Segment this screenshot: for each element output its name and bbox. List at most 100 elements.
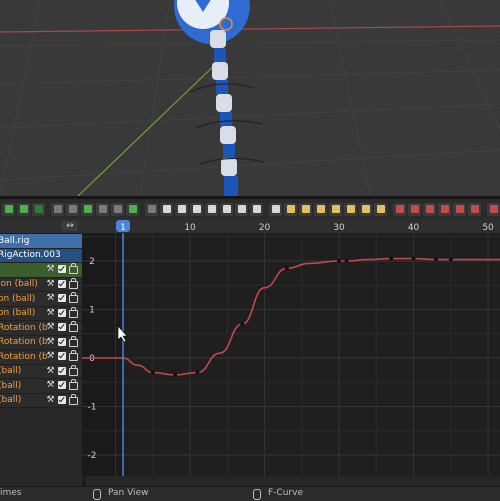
value-tick-label: 2 — [89, 257, 95, 267]
toolbar-tool-icon[interactable] — [220, 202, 233, 216]
mute-checkbox[interactable] — [58, 352, 66, 360]
mute-checkbox[interactable] — [58, 294, 66, 302]
toolbar-tool-icon[interactable] — [344, 202, 357, 216]
lock-icon[interactable] — [69, 277, 78, 289]
fcurve-graph[interactable]: 2 1 0 -1 -2 10 20 30 40 50 1 — [82, 219, 500, 486]
modifier-wrench-icon[interactable]: ⚒ — [46, 322, 55, 332]
keyframe-point — [240, 322, 245, 327]
mute-checkbox[interactable] — [58, 265, 66, 273]
lock-icon[interactable] — [69, 393, 78, 405]
frame-tick-label: 10 — [184, 223, 196, 233]
mute-checkbox[interactable] — [58, 395, 66, 404]
channel-row[interactable]: on (ball) ⚒ — [0, 292, 82, 307]
toolbar-tool-icon[interactable] — [329, 202, 342, 216]
toolbar-tool-icon[interactable] — [145, 202, 158, 216]
toolbar-tool-icon[interactable] — [190, 202, 203, 216]
channel-row[interactable]: (ball) ⚒ — [0, 379, 82, 394]
toolbar-tool-icon[interactable] — [374, 202, 387, 216]
lock-icon[interactable] — [69, 321, 78, 332]
toolbar-tool-icon[interactable] — [66, 202, 79, 216]
channel-row[interactable]: Rotation (b ⚒ — [0, 350, 82, 365]
status-fcurve: F-Curve — [268, 488, 303, 498]
toolbar-tool-icon[interactable] — [96, 202, 109, 216]
modifier-wrench-icon[interactable]: ⚒ — [46, 308, 55, 318]
modifier-wrench-icon[interactable]: ⚒ — [46, 264, 55, 274]
toolbar-tool-icon[interactable] — [160, 202, 173, 216]
status-bar: imes Pan View F-Curve — [0, 486, 500, 501]
toolbar-tool-icon[interactable] — [269, 202, 282, 216]
mute-checkbox[interactable] — [58, 323, 66, 331]
toolbar-tool-icon[interactable] — [423, 202, 436, 216]
channel-row[interactable]: ion (ball) ⚒ — [0, 277, 82, 292]
lock-icon[interactable] — [69, 292, 78, 303]
keyframe-point — [337, 259, 342, 263]
lock-icon[interactable] — [69, 306, 78, 318]
mute-checkbox[interactable] — [58, 279, 66, 288]
status-left-text: imes — [0, 488, 22, 498]
lock-icon[interactable] — [69, 350, 78, 361]
toolbar-tool-icon[interactable] — [284, 202, 297, 216]
channel-label: Ball.rig — [0, 235, 30, 246]
tentacle-rig — [210, 30, 238, 196]
toolbar-tool-icon[interactable] — [468, 202, 481, 216]
toolbar-tool-icon[interactable] — [250, 202, 263, 216]
toolbar-tool-icon[interactable] — [314, 202, 327, 216]
mute-checkbox[interactable] — [58, 381, 66, 389]
status-pan-view: Pan View — [108, 488, 149, 498]
channel-row[interactable]: ⚒ — [0, 263, 82, 278]
toolbar-tool-icon[interactable] — [205, 202, 218, 216]
toolbar-tool-icon[interactable] — [81, 202, 94, 216]
channel-row[interactable]: Rotation (b ⚒ — [0, 321, 82, 336]
channel-row[interactable]: (ball) ⚒ — [0, 364, 82, 379]
3d-viewport[interactable] — [0, 0, 500, 196]
value-tick-label: -1 — [88, 403, 97, 413]
modifier-wrench-icon[interactable]: ⚒ — [46, 293, 55, 303]
toolbar-tool-icon[interactable] — [408, 202, 421, 216]
channel-row[interactable]: Rotation (b ⚒ — [0, 335, 82, 350]
keyframe-point — [284, 266, 289, 271]
swap-icon[interactable]: ↔ — [62, 221, 78, 231]
toolbar-tool-icon[interactable] — [393, 202, 406, 216]
toolbar-tool-icon[interactable] — [175, 202, 188, 216]
toolbar-tool-icon[interactable] — [126, 202, 139, 216]
channel-row[interactable]: on (ball) ⚒ — [0, 306, 82, 321]
channel-row[interactable]: Ball.rig — [0, 234, 82, 249]
toolbar-tool-icon[interactable] — [32, 202, 45, 216]
toolbar-tool-icon[interactable] — [235, 202, 248, 216]
modifier-wrench-icon[interactable]: ⚒ — [46, 337, 55, 347]
toolbar-tool-icon[interactable] — [438, 202, 451, 216]
toolbar-tool-icon[interactable] — [51, 202, 64, 216]
modifier-wrench-icon[interactable]: ⚒ — [46, 351, 55, 361]
toolbar-tool-icon[interactable] — [2, 202, 15, 216]
mute-checkbox[interactable] — [58, 366, 66, 375]
lock-icon[interactable] — [69, 335, 78, 347]
toolbar-tool-icon[interactable] — [111, 202, 124, 216]
modifier-wrench-icon[interactable]: ⚒ — [46, 366, 55, 376]
modifier-wrench-icon[interactable]: ⚒ — [46, 380, 55, 390]
channel-label: RigAction.003 — [0, 250, 61, 261]
keyframe-point — [389, 256, 394, 261]
lock-icon[interactable] — [69, 379, 78, 390]
toolbar-tool-icon[interactable] — [487, 202, 500, 216]
graph-canvas[interactable]: 210-1-210 20 30 40 501 — [82, 219, 500, 486]
lock-icon[interactable] — [69, 263, 78, 274]
channel-row[interactable]: RigAction.003 — [0, 248, 82, 263]
mute-checkbox[interactable] — [58, 337, 66, 346]
current-frame-label: 1 — [120, 223, 126, 233]
modifier-wrench-icon[interactable]: ⚒ — [46, 395, 55, 405]
channel-row[interactable]: (ball) ⚒ — [0, 393, 82, 408]
toolbar-tool-icon[interactable] — [453, 202, 466, 216]
frame-tick-label: 20 — [259, 223, 271, 233]
modifier-wrench-icon[interactable]: ⚒ — [46, 279, 55, 289]
value-tick-label: -2 — [88, 451, 97, 461]
toolbar-tool-icon[interactable] — [359, 202, 372, 216]
toolbar-tool-icon[interactable] — [299, 202, 312, 216]
value-tick-label: 0 — [89, 354, 95, 364]
viewport-scene — [0, 0, 500, 196]
y-axis-line — [77, 59, 221, 196]
lock-icon[interactable] — [69, 364, 78, 376]
mute-checkbox[interactable] — [58, 308, 66, 317]
toolbar-tool-icon[interactable] — [17, 202, 30, 216]
keyframe-point — [433, 257, 438, 262]
keyframe-point — [411, 256, 416, 261]
